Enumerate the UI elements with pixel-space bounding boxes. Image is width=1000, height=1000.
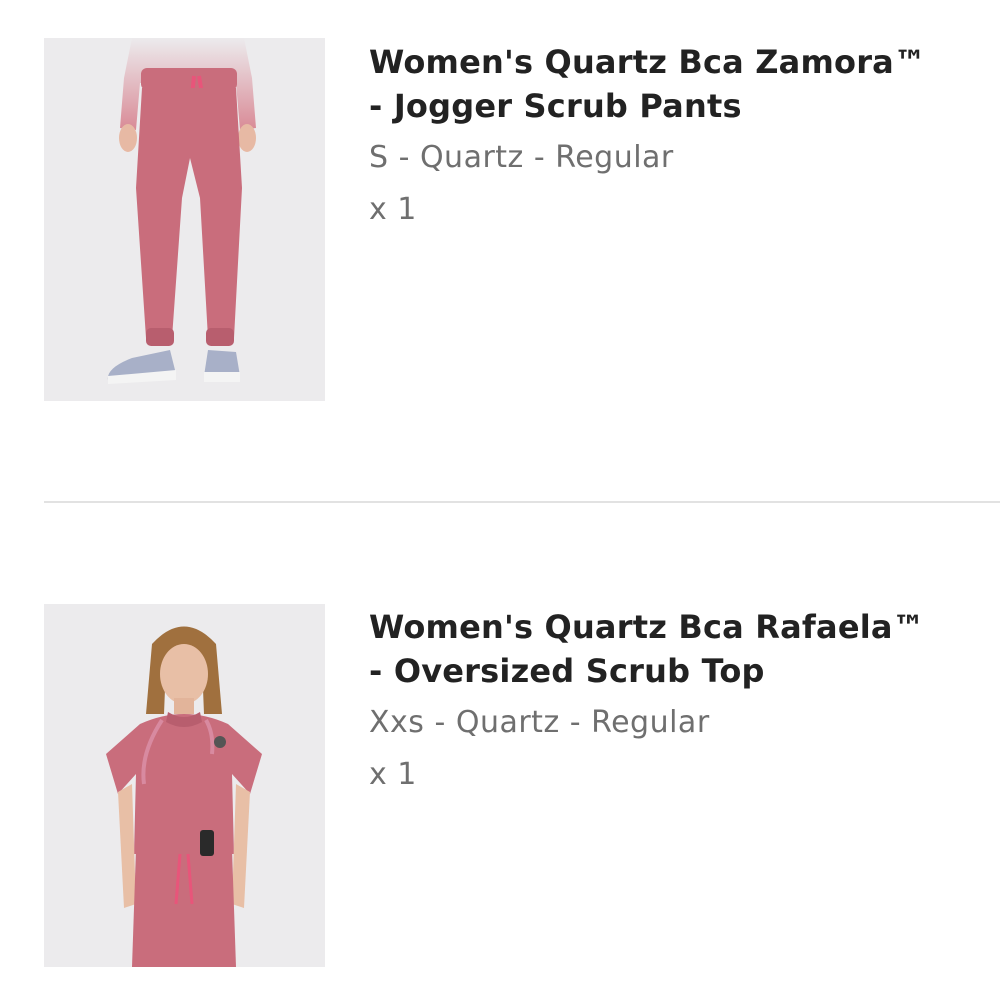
product-title-line1: Women's Quartz Bca Rafaela™ xyxy=(369,608,925,646)
product-variant: Xxs - Quartz - Regular xyxy=(369,705,710,740)
product-quantity: x 1 xyxy=(369,757,417,792)
product-image[interactable] xyxy=(44,38,325,401)
scrub-top-photo-icon xyxy=(44,604,325,967)
product-quantity: x 1 xyxy=(369,192,417,227)
product-title[interactable]: Women's Quartz Bca Rafaela™ - Oversized … xyxy=(369,605,969,693)
product-variant: S - Quartz - Regular xyxy=(369,140,674,175)
cart-item-list: Women's Quartz Bca Zamora™ - Jogger Scru… xyxy=(0,0,1000,1000)
product-title-line2: - Oversized Scrub Top xyxy=(369,652,765,690)
product-title-line1: Women's Quartz Bca Zamora™ xyxy=(369,43,927,81)
product-title[interactable]: Women's Quartz Bca Zamora™ - Jogger Scru… xyxy=(369,40,969,128)
product-image[interactable] xyxy=(44,604,325,967)
jogger-pants-photo-icon xyxy=(44,38,325,401)
product-info: Women's Quartz Bca Rafaela™ - Oversized … xyxy=(369,605,969,797)
cart-item: Women's Quartz Bca Rafaela™ - Oversized … xyxy=(0,503,1000,1000)
product-info: Women's Quartz Bca Zamora™ - Jogger Scru… xyxy=(369,40,969,232)
product-title-line2: - Jogger Scrub Pants xyxy=(369,87,742,125)
cart-item: Women's Quartz Bca Zamora™ - Jogger Scru… xyxy=(0,0,1000,500)
